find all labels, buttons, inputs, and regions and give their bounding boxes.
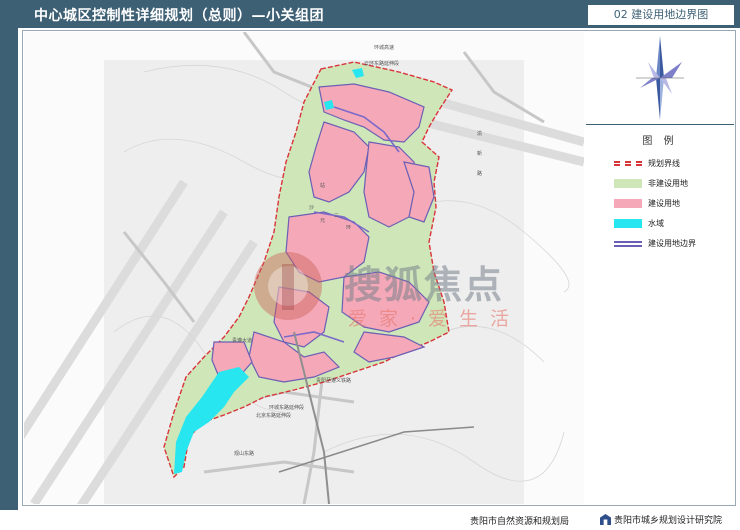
road-label: 环 — [346, 225, 352, 231]
north-arrow — [586, 32, 734, 125]
legend-title: 图 例 — [642, 136, 678, 147]
road-label: 云环东路延伸段 — [364, 61, 400, 67]
map-canvas[interactable]: 环城高速 云环东路延伸段 渝 新 路 贵遵大道 北京东路延伸段 贵阳至遵义铁路 … — [24, 32, 584, 504]
legend-label: 建设用地 — [648, 199, 680, 208]
road-label: 二 — [334, 213, 340, 219]
road-label: 元 — [320, 218, 326, 224]
legend-swatch-build-boundary — [614, 240, 642, 247]
page-title: 中心城区控制性详细规划（总则）—小关组团 — [34, 8, 324, 24]
legend-label: 规划界线 — [648, 159, 680, 168]
left-accent-bar — [0, 0, 18, 530]
legend-swatch-boundary — [614, 161, 642, 166]
road-label: 观山东路 — [234, 451, 255, 457]
road-label: 环城东路延伸段 — [269, 405, 305, 411]
compass-rose-icon — [636, 36, 684, 120]
road-label: 沙 — [309, 205, 315, 211]
legend-item: 非建设用地 — [614, 174, 732, 193]
road-label: 环城高速 — [374, 45, 395, 51]
sheet-title: 02 建设用地边界图 — [588, 5, 734, 25]
road-label: 贵阳至遵义铁路 — [316, 378, 352, 384]
road-label: 北京东路延伸段 — [256, 413, 292, 419]
footer-institute-label: 贵阳市城乡规划设计研究院 — [614, 516, 723, 526]
watermark-brand: 搜狐焦点 — [344, 263, 505, 307]
legend-item: 建设用地 — [614, 194, 732, 213]
watermark-slogan: 爱家·爱生活 — [348, 308, 522, 330]
road-label: 路 — [477, 171, 483, 177]
legend-swatch-water — [614, 219, 642, 228]
legend: 规划界线 非建设用地 建设用地 水域 建设用地边界 — [614, 154, 732, 254]
legend-swatch-nonbuild — [614, 179, 642, 188]
road-label: 贵遵大道 — [232, 338, 253, 344]
road-label: 渝 — [477, 131, 483, 137]
legend-label: 非建设用地 — [648, 179, 688, 188]
road-label: 新 — [477, 151, 483, 157]
legend-item: 建设用地边界 — [614, 234, 732, 253]
footer-institute: 贵阳市城乡规划设计研究院 — [600, 513, 722, 526]
legend-label: 建设用地边界 — [648, 239, 696, 248]
footer-bureau: 贵阳市自然资源和规划局 — [470, 517, 570, 527]
legend-item: 规划界线 — [614, 154, 732, 173]
legend-swatch-build — [614, 199, 642, 208]
watermark: 搜狐焦点 爱家·爱生活 — [252, 250, 542, 330]
side-panel: 图 例 规划界线 非建设用地 建设用地 水域 建设用地边界 — [586, 32, 734, 504]
watermark-logo-icon — [254, 252, 322, 320]
institute-logo-icon — [600, 514, 611, 525]
road-label: 站 — [320, 183, 326, 189]
legend-label: 水域 — [648, 219, 664, 228]
legend-item: 水域 — [614, 214, 732, 233]
